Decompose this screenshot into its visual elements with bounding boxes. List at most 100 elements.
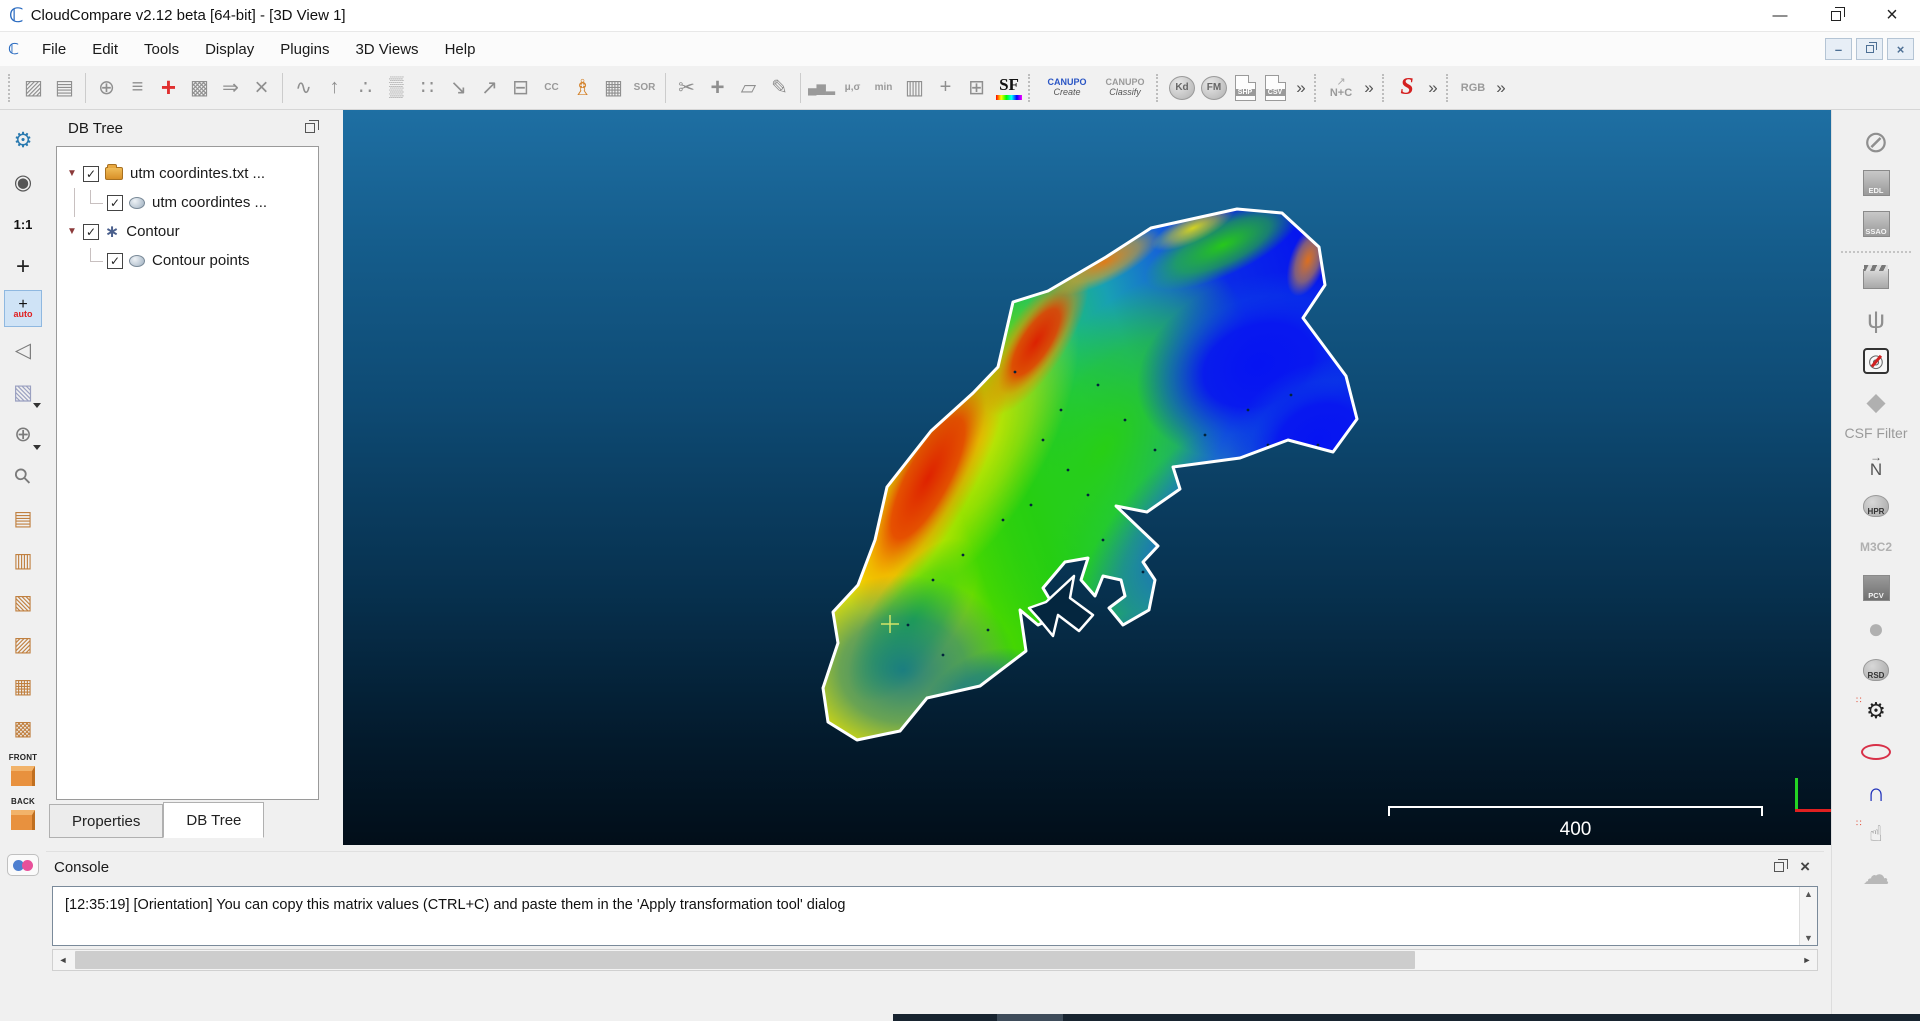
overflow-chevron[interactable]: » — [1358, 78, 1380, 98]
toolbar-drag-handle[interactable] — [1028, 74, 1033, 102]
gradient-icon[interactable]: ∿ — [288, 72, 319, 104]
interpolate-icon[interactable]: ↗ — [474, 72, 505, 104]
canupo-create-button[interactable]: CANUPO Create — [1038, 71, 1096, 105]
view-back-icon[interactable]: ▨ — [4, 626, 42, 663]
console-horizontal-scrollbar[interactable]: ◄ ► — [52, 949, 1818, 971]
visibility-checkbox[interactable]: ✓ — [83, 166, 99, 182]
ssao-filter-button[interactable]: SSAO — [1854, 206, 1898, 242]
rasterize-icon[interactable]: ♗ — [567, 72, 598, 104]
back-view-button[interactable]: BACK — [4, 796, 42, 836]
menu-display[interactable]: Display — [192, 32, 267, 66]
display-options-icon[interactable]: ⚙ — [4, 122, 42, 159]
rgb-button[interactable]: RGB — [1456, 82, 1490, 94]
csf-shield-icon[interactable]: ◆ — [1854, 384, 1898, 420]
pick-rotation-center-icon[interactable]: + — [4, 248, 42, 285]
iso-view-cube-icon[interactable]: ▧ — [4, 374, 42, 411]
console-float-icon[interactable] — [1774, 862, 1784, 872]
compass-plugin-icon[interactable]: ◎ — [1854, 343, 1898, 379]
section-ellipse-icon[interactable] — [1854, 734, 1898, 770]
view-front-icon[interactable]: ▧ — [4, 584, 42, 621]
cloud-ruler-icon[interactable]: ☁ — [1854, 857, 1898, 893]
tree-row-utm-cloud[interactable]: ✓ utm coordintes ... — [57, 188, 318, 217]
subsample-icon[interactable]: ∷ — [412, 72, 443, 104]
zoom-icon[interactable]: ⚲ — [0, 450, 50, 503]
console-vertical-scrollbar[interactable]: ▲ ▼ — [1799, 887, 1817, 945]
overflow-chevron[interactable]: » — [1490, 78, 1512, 98]
tree-row-contour[interactable]: ▼ ✓ ∗ Contour — [57, 217, 318, 246]
scroll-up-icon[interactable]: ▲ — [1804, 887, 1813, 901]
scroll-right-icon[interactable]: ► — [1797, 955, 1817, 965]
downsample-icon[interactable]: ↘ — [443, 72, 474, 104]
properties-icon[interactable]: ≡ — [122, 72, 153, 104]
pcv-plugin-icon[interactable]: PCV — [1854, 570, 1898, 606]
normals-plugin-icon[interactable]: →N — [1854, 447, 1898, 483]
view-bottom-icon[interactable]: ▥ — [4, 542, 42, 579]
overflow-chevron[interactable]: » — [1290, 78, 1312, 98]
csv-export-button[interactable]: CSV — [1260, 71, 1290, 105]
save-icon[interactable]: ▤ — [49, 72, 80, 104]
cloud-distance-icon[interactable]: CC — [536, 72, 567, 104]
gears-plugin-icon[interactable]: ⚙ ∷ — [1854, 693, 1898, 729]
mdi-minimize-button[interactable]: – — [1825, 38, 1852, 60]
stereo-mode-button[interactable] — [7, 854, 39, 876]
front-view-button[interactable]: FRONT — [4, 752, 42, 792]
view-right-icon[interactable]: ▩ — [4, 710, 42, 747]
overflow-chevron[interactable]: » — [1422, 78, 1444, 98]
noise-filter-icon[interactable]: ▒ — [381, 72, 412, 104]
fm-button[interactable]: FM — [1198, 72, 1230, 104]
edl-filter-button[interactable]: EDL — [1854, 165, 1898, 201]
add-sf-icon[interactable]: + — [930, 72, 961, 104]
menu-edit[interactable]: Edit — [79, 32, 131, 66]
menu-plugins[interactable]: Plugins — [267, 32, 342, 66]
menu-tools[interactable]: Tools — [131, 32, 192, 66]
sor-filter-icon[interactable]: SOR — [629, 72, 660, 104]
sf-colorscale-button[interactable]: SF — [992, 72, 1026, 104]
kd-tree-button[interactable]: Kd — [1166, 72, 1198, 104]
3d-view[interactable]: 400 — [343, 110, 1831, 845]
statistics-icon[interactable]: μ,σ — [837, 72, 868, 104]
zoom-1-1-icon[interactable]: 1:1 — [4, 206, 42, 243]
pivot-icon[interactable]: ⊕ — [91, 72, 122, 104]
octree-icon[interactable]: ∴ — [350, 72, 381, 104]
tree-row-contour-points[interactable]: ✓ Contour points — [57, 246, 318, 275]
m3c2-plugin-icon[interactable]: M3C2 — [1854, 529, 1898, 565]
merge-icon[interactable]: ⇒ — [215, 72, 246, 104]
previous-view-icon[interactable]: ◁ — [4, 332, 42, 369]
toolbar-drag-handle[interactable] — [1382, 74, 1387, 102]
checkerboard-icon[interactable]: ▦ — [598, 72, 629, 104]
menu-help[interactable]: Help — [432, 32, 489, 66]
toolbar-drag-handle[interactable] — [1446, 74, 1451, 102]
view-left-icon[interactable]: ▦ — [4, 668, 42, 705]
animation-plugin-icon[interactable] — [1854, 261, 1898, 297]
mdi-restore-button[interactable] — [1856, 38, 1883, 60]
compute-normals-icon[interactable]: ↑ — [319, 72, 350, 104]
window-minimize-button[interactable]: — — [1752, 0, 1808, 32]
window-restore-button[interactable] — [1808, 0, 1864, 32]
console-close-icon[interactable]: × — [1800, 857, 1810, 877]
visibility-checkbox[interactable]: ✓ — [107, 195, 123, 211]
mdi-close-button[interactable]: × — [1887, 38, 1914, 60]
visibility-checkbox[interactable]: ✓ — [107, 253, 123, 269]
translate-rotate-icon[interactable]: + — [702, 72, 733, 104]
arch-plugin-icon[interactable]: ∩ — [1854, 775, 1898, 811]
rsd-plugin-icon[interactable]: RSD — [1854, 652, 1898, 688]
minmax-icon[interactable]: min — [868, 72, 899, 104]
tab-properties[interactable]: Properties — [49, 804, 163, 838]
toolbar-drag-handle[interactable] — [8, 74, 13, 102]
expander-icon[interactable]: ▼ — [67, 168, 83, 179]
expander-icon[interactable]: ▼ — [67, 226, 83, 237]
auto-pick-center-button[interactable]: + auto — [4, 290, 42, 327]
scroll-left-icon[interactable]: ◄ — [53, 955, 73, 965]
clipping-box-icon[interactable]: ▱ — [733, 72, 764, 104]
toolbar-drag-handle[interactable] — [1156, 74, 1161, 102]
hpr-plugin-icon[interactable]: HPR — [1854, 488, 1898, 524]
console-log[interactable]: [12:35:19] [Orientation] You can copy th… — [52, 886, 1818, 946]
open-icon[interactable]: ▨ — [18, 72, 49, 104]
broom-plugin-icon[interactable]: ψ — [1854, 302, 1898, 338]
segment-scissors-icon[interactable]: ✂ — [671, 72, 702, 104]
export-coords-icon[interactable]: ⊟ — [505, 72, 536, 104]
visibility-checkbox[interactable]: ✓ — [83, 224, 99, 240]
screenshot-icon[interactable]: ◉ — [4, 164, 42, 201]
menu-file[interactable]: File — [29, 32, 79, 66]
nc-button[interactable]: ↗ N+C — [1324, 77, 1358, 99]
